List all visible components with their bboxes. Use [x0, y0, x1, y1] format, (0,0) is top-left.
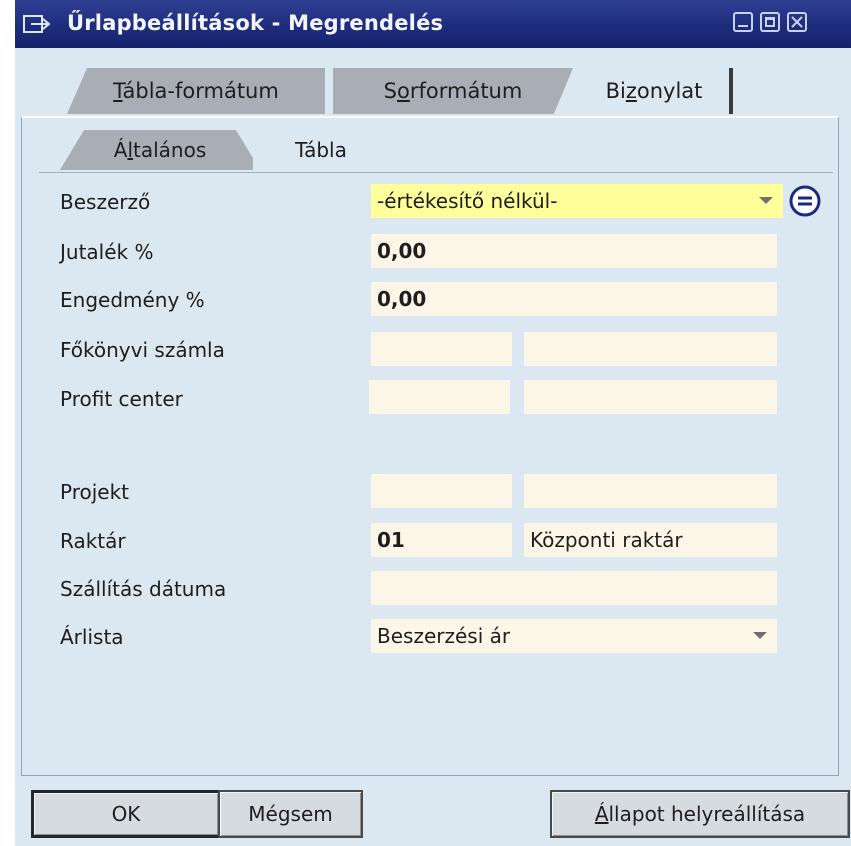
restore-state-button[interactable]: Állapot helyreállítása [550, 790, 850, 838]
project-name-input[interactable] [524, 474, 777, 508]
chevron-down-icon [753, 632, 767, 639]
project-label: Projekt [60, 480, 130, 504]
price-list-value: Beszerzési ár [377, 624, 511, 648]
subtab-table-label: Tábla [295, 138, 347, 162]
link-arrow-icon[interactable] [788, 184, 822, 218]
discount-input[interactable]: 0,00 [371, 282, 777, 316]
tab-edge-divider [729, 68, 733, 114]
warehouse-code-input[interactable]: 01 [371, 523, 512, 557]
buyer-label: Beszerző [60, 190, 151, 214]
cancel-button[interactable]: Mégsem [218, 790, 363, 838]
project-code-input[interactable] [371, 474, 512, 508]
subtab-general[interactable]: Általános [60, 130, 260, 170]
delivery-date-label: Szállítás dátuma [60, 577, 227, 601]
tab-document-label: Bizonylat [605, 79, 703, 103]
ok-button[interactable]: OK [31, 790, 221, 838]
price-list-dropdown[interactable]: Beszerzési ár [371, 619, 777, 653]
close-icon [791, 16, 803, 28]
window-title: Űrlapbeállítások - Megrendelés [67, 11, 444, 35]
buyer-dropdown[interactable]: -értékesítő nélkül- [371, 184, 783, 218]
profit-center-label: Profit center [60, 387, 183, 411]
gl-account-name-input[interactable] [524, 332, 777, 366]
commission-input[interactable]: 0,00 [371, 234, 777, 268]
tab-table-format-label: Tábla-formátum [113, 79, 279, 103]
restore-state-label: Állapot helyreállítása [594, 802, 806, 826]
tab-document[interactable]: Bizonylat [575, 64, 733, 118]
close-button[interactable] [787, 12, 807, 32]
subtab-divider [39, 172, 833, 173]
discount-label: Engedmény % [60, 288, 205, 312]
gl-account-label: Főkönyvi számla [60, 338, 225, 362]
tab-row-format-label: Sorformátum [383, 79, 523, 103]
buyer-value: -értékesítő nélkül- [377, 189, 558, 213]
price-list-label: Árlista [60, 625, 124, 649]
warehouse-label: Raktár [60, 529, 126, 553]
tab-table-format[interactable]: Tábla-formátum [67, 68, 325, 114]
subtab-general-label: Általános [113, 138, 207, 162]
delivery-date-input[interactable] [371, 571, 777, 605]
gl-account-code-input[interactable] [371, 332, 512, 366]
commission-label: Jutalék % [60, 240, 154, 264]
tab-row-format[interactable]: Sorformátum [333, 68, 573, 114]
profit-center-name-input[interactable] [524, 380, 777, 414]
warehouse-name-input[interactable]: Központi raktár [524, 523, 777, 557]
minimize-button[interactable] [733, 12, 753, 32]
chevron-down-icon [759, 197, 773, 204]
maximize-button[interactable] [760, 12, 780, 32]
form-settings-window: Űrlapbeállítások - Megrendelés Tábla-for… [15, 0, 851, 846]
profit-center-code-input[interactable] [369, 380, 510, 414]
form-settings-icon [23, 15, 51, 33]
main-tab-strip: Tábla-formátum Sorformátum Bizonylat [15, 48, 851, 118]
title-bar[interactable]: Űrlapbeállítások - Megrendelés [15, 0, 851, 48]
